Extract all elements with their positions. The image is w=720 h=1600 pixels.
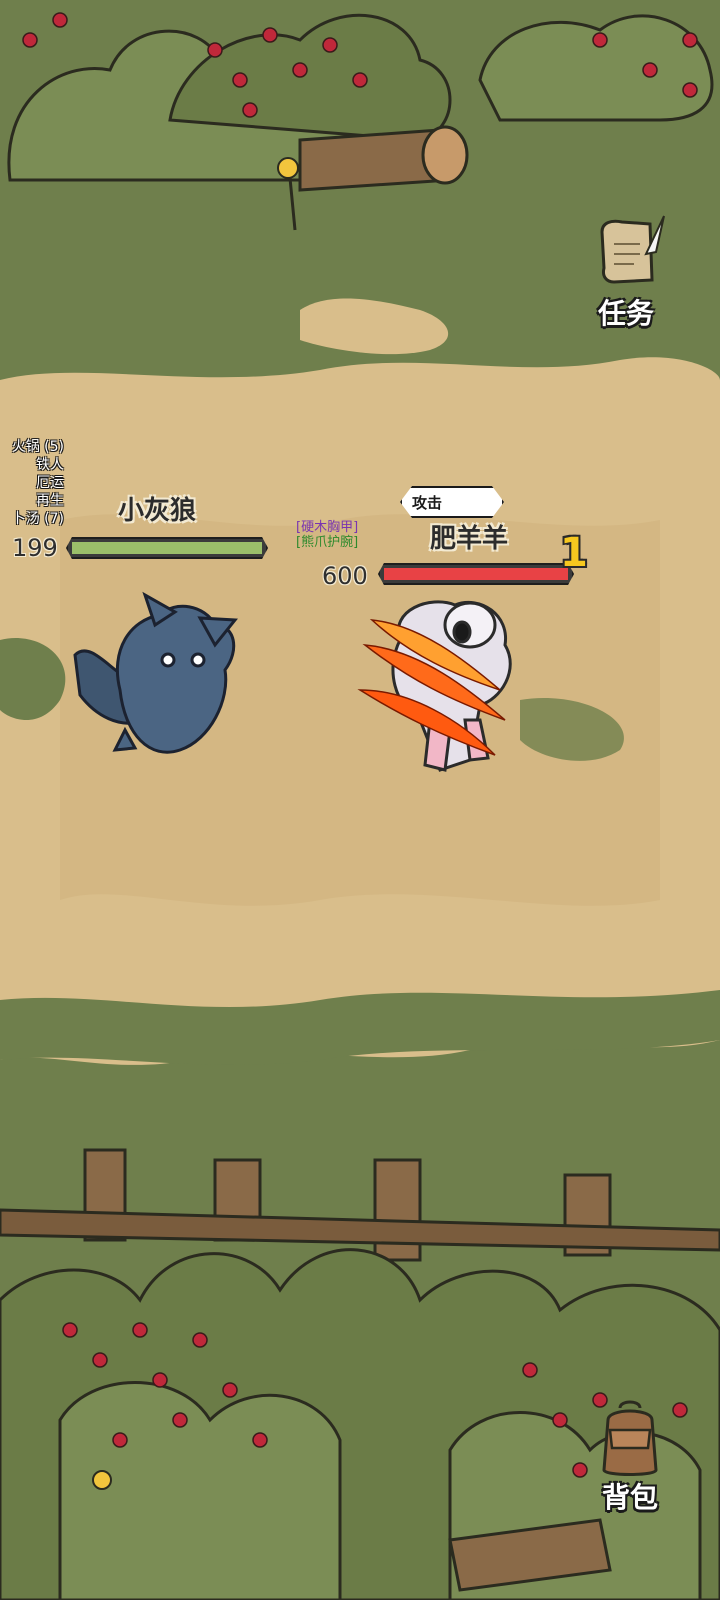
enemy-action-tag: 攻击 [400, 486, 504, 518]
status-effect: 铁人 [36, 457, 64, 473]
equipment-item: [熊爪护腕] [296, 535, 359, 550]
enemy-level: 1 [560, 530, 588, 576]
player-name: 小灰狼 [118, 496, 197, 526]
enemy-equipment-list: [硬木胸甲] [熊爪护腕] [296, 520, 358, 550]
enemy-health-fill [384, 568, 568, 580]
status-effect: 火锅 (5) [11, 439, 64, 455]
backpack-label: 背包 [602, 1481, 659, 1514]
status-effect: 再生 [36, 493, 64, 509]
equipment-item: [硬木胸甲] [296, 520, 359, 535]
status-effect: 卜汤 (7) [11, 511, 64, 527]
enemy-hp-value: 600 [322, 562, 368, 590]
status-effect-list: 火锅 (5) 铁人 厄运 再生 卜汤 (7) [0, 438, 64, 528]
status-effect: 厄运 [36, 475, 64, 491]
player-hp-value: 199 [12, 534, 58, 562]
scroll-quill-icon [600, 215, 665, 284]
enemy-name: 肥羊羊 [430, 524, 509, 554]
backpack-icon [602, 1400, 658, 1476]
player-health-fill [72, 542, 262, 554]
backpack-button[interactable]: 背包 [580, 1400, 690, 1520]
action-label: 攻击 [412, 494, 443, 512]
quest-button[interactable]: 任务 [590, 210, 680, 330]
quest-label: 任务 [598, 297, 655, 330]
enemy-health-bar [378, 563, 574, 585]
player-health-bar [66, 537, 268, 559]
